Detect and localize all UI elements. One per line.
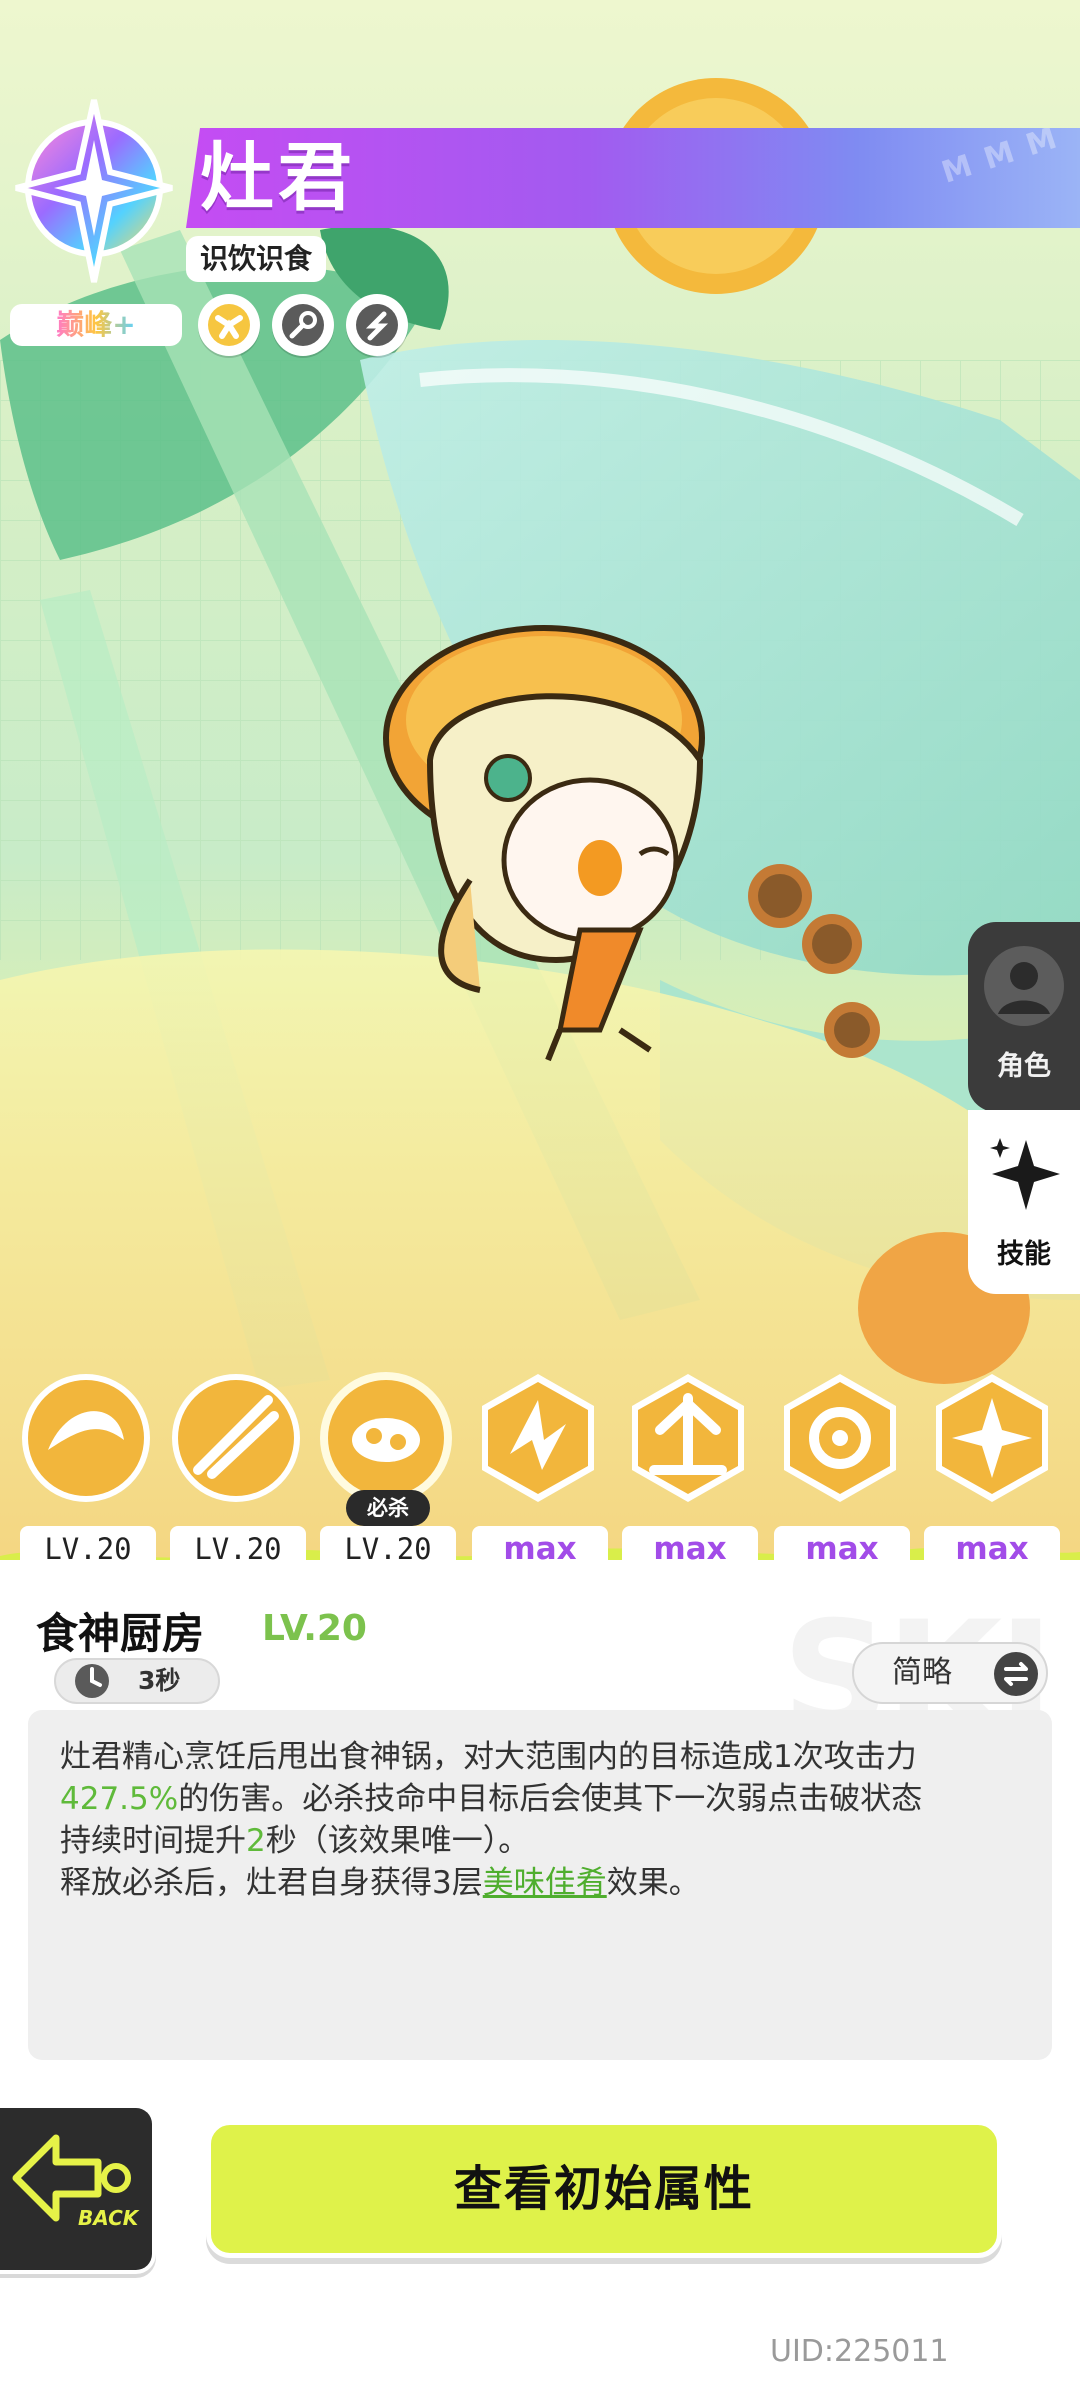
skill-level: LV.20 [262,1608,367,1649]
cooldown-value: 3秒 [138,1666,181,1695]
desc-duration-value: 2 [246,1823,266,1859]
desc-damage-value: 427.5% [60,1781,179,1817]
view-base-stats-label: 查看初始属性 [453,2161,754,2217]
swap-icon [994,1652,1038,1696]
character-name: 灶君 [200,135,356,221]
buff-link[interactable]: 美味佳肴 [483,1865,607,1901]
desc-text: 持续时间提升 [60,1823,246,1859]
desc-text: 的伤害。必杀技命中目标后会使其下一次弱点击破状态 [178,1781,923,1817]
brand-watermark: M M M [937,120,1063,191]
swirl-icon[interactable] [346,294,408,356]
skill-5-icon[interactable] [620,1370,756,1506]
desc-text: 秒（该效果唯一）。 [265,1823,530,1859]
dot-cross-icon[interactable] [198,294,260,356]
skill-4-icon[interactable] [470,1370,606,1506]
rank-badge: 巅峰+ [10,304,182,346]
skill-2-icon[interactable] [168,1370,304,1506]
brief-toggle-button[interactable]: 简略 [852,1642,1048,1704]
skill-7-icon[interactable] [924,1370,1060,1506]
user-id: UID:225011 [770,2334,949,2369]
skill-description: 灶君精心烹饪后甩出食神锅，对大范围内的目标造成1次攻击力 427.5%的伤害。必… [28,1710,1052,2060]
avatar-icon [984,946,1064,1026]
tab-skill[interactable]: 技能 [968,1110,1080,1294]
rank-emblem-icon [15,99,173,283]
skill-selector [0,1370,1080,1540]
clock-icon [75,1664,109,1698]
key-icon[interactable] [272,294,334,356]
back-label: BACK [78,2206,139,2230]
skill-6-icon[interactable] [772,1370,908,1506]
skill-title: 食神厨房 [36,1609,205,1658]
tab-role[interactable]: 角色 [968,922,1080,1112]
skill-1-icon[interactable] [18,1370,154,1506]
sparkle-icon [990,1138,1060,1210]
view-base-stats-button[interactable]: 查看初始属性 [206,2120,1002,2258]
back-button[interactable]: BACK [0,2104,156,2274]
tab-skill-label: 技能 [997,1239,1051,1270]
desc-text: 效果。 [606,1865,700,1901]
tab-role-label: 角色 [997,1051,1051,1082]
side-tab-panel: 角色 技能 [968,922,1080,1294]
rank-label: 巅峰+ [56,308,136,341]
character-subtitle: 识饮识食 [186,236,327,282]
skill-3-ultimate-icon[interactable] [318,1370,454,1506]
ultimate-tag: 必杀 [346,1490,430,1526]
brief-toggle-label: 简略 [892,1655,952,1690]
cooldown-badge: 3秒 [54,1658,220,1704]
desc-text: 灶君精心烹饪后甩出食神锅，对大范围内的目标造成1次攻击力 [60,1739,917,1775]
desc-text: 释放必杀后，灶君自身获得3层 [60,1865,483,1901]
